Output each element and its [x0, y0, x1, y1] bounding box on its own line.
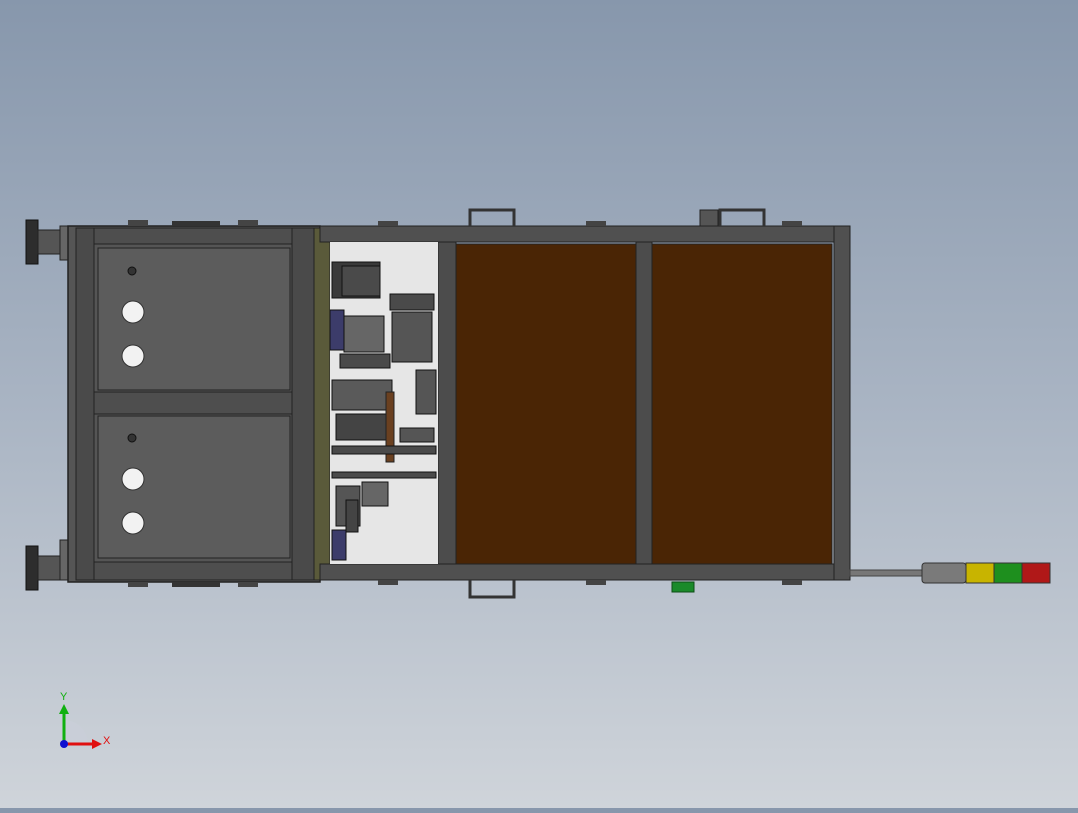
cabinet-door-lower[interactable] — [97, 415, 291, 559]
window-panel-right[interactable] — [651, 243, 833, 565]
mechanism-assembly[interactable] — [329, 242, 438, 564]
tower-light[interactable] — [849, 562, 1051, 584]
coordinate-triad: X Y — [59, 691, 111, 749]
electrical-cabinet[interactable] — [67, 220, 321, 587]
window-panel-left[interactable] — [455, 243, 637, 565]
leveling-foot-bottom — [25, 539, 71, 591]
cabinet-door-upper[interactable] — [97, 247, 291, 391]
cad-model-view[interactable]: X Y — [0, 0, 1078, 808]
leveling-foot-top — [25, 219, 71, 265]
z-axis-dot-icon — [60, 740, 68, 748]
y-axis-label: Y — [60, 691, 68, 703]
x-axis-label: X — [103, 735, 111, 747]
divider-post — [313, 227, 331, 581]
green-indicator — [671, 581, 695, 593]
graphics-viewport[interactable]: X Y — [0, 0, 1078, 808]
